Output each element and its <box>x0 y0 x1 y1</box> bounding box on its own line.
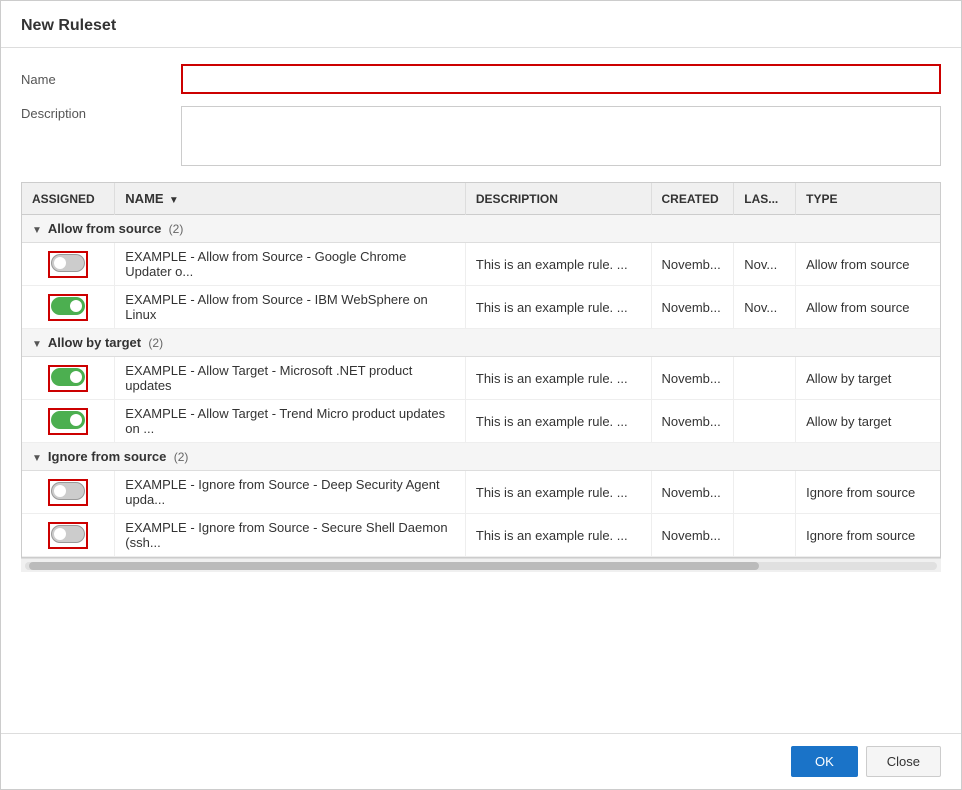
toggle-wrapper <box>48 251 88 278</box>
table-header-row: ASSIGNED NAME ▼ DESCRIPTION CREATED LAS.… <box>22 183 940 215</box>
table-row: EXAMPLE - Allow Target - Microsoft .NET … <box>22 357 940 400</box>
created-cell: Novemb... <box>651 400 734 443</box>
horizontal-scrollbar[interactable] <box>21 558 941 572</box>
dialog-footer: OK Close <box>1 733 961 789</box>
toggle-wrapper <box>48 479 88 506</box>
chevron-icon: ▼ <box>32 339 42 350</box>
assigned-cell <box>22 514 115 557</box>
name-cell: EXAMPLE - Allow from Source - Google Chr… <box>115 243 466 286</box>
ok-button[interactable]: OK <box>791 746 858 777</box>
scrollbar-thumb <box>29 562 759 570</box>
description-label: Description <box>21 106 181 121</box>
name-cell: EXAMPLE - Allow Target - Microsoft .NET … <box>115 357 466 400</box>
chevron-icon: ▼ <box>32 225 42 236</box>
toggle-wrapper <box>48 294 88 321</box>
toggle-switch[interactable] <box>51 254 85 272</box>
name-cell: EXAMPLE - Ignore from Source - Secure Sh… <box>115 514 466 557</box>
table-row: EXAMPLE - Allow from Source - Google Chr… <box>22 243 940 286</box>
group-row-allow-from-source[interactable]: ▼Allow from source (2) <box>22 215 940 243</box>
description-field-row: Description <box>21 106 941 166</box>
description-cell: This is an example rule. ... <box>465 357 651 400</box>
toggle-switch[interactable] <box>51 368 85 386</box>
name-label: Name <box>21 72 181 87</box>
toggle-wrapper <box>48 365 88 392</box>
type-cell: Ignore from source <box>796 514 940 557</box>
description-cell: This is an example rule. ... <box>465 400 651 443</box>
assigned-cell <box>22 471 115 514</box>
created-cell: Novemb... <box>651 286 734 329</box>
created-cell: Novemb... <box>651 514 734 557</box>
toggle-wrapper <box>48 522 88 549</box>
scrollbar-track <box>25 562 937 570</box>
toggle-switch[interactable] <box>51 297 85 315</box>
table-row: EXAMPLE - Ignore from Source - Deep Secu… <box>22 471 940 514</box>
name-cell: EXAMPLE - Allow from Source - IBM WebSph… <box>115 286 466 329</box>
description-cell: This is an example rule. ... <box>465 471 651 514</box>
created-cell: Novemb... <box>651 243 734 286</box>
name-cell: EXAMPLE - Ignore from Source - Deep Secu… <box>115 471 466 514</box>
type-cell: Ignore from source <box>796 471 940 514</box>
rules-table: ASSIGNED NAME ▼ DESCRIPTION CREATED LAS.… <box>22 183 940 557</box>
rules-table-container: ASSIGNED NAME ▼ DESCRIPTION CREATED LAS.… <box>21 182 941 558</box>
close-button[interactable]: Close <box>866 746 941 777</box>
group-row-allow-by-target[interactable]: ▼Allow by target (2) <box>22 329 940 357</box>
name-field-row: Name <box>21 64 941 94</box>
type-cell: Allow by target <box>796 357 940 400</box>
table-row: EXAMPLE - Ignore from Source - Secure Sh… <box>22 514 940 557</box>
name-cell: EXAMPLE - Allow Target - Trend Micro pro… <box>115 400 466 443</box>
created-cell: Novemb... <box>651 471 734 514</box>
name-input[interactable] <box>181 64 941 94</box>
toggle-wrapper <box>48 408 88 435</box>
description-cell: This is an example rule. ... <box>465 514 651 557</box>
last-cell <box>734 471 796 514</box>
new-ruleset-dialog: New Ruleset Name Description ASSIGNED NA… <box>0 0 962 790</box>
group-label-ignore-from-source: ▼Ignore from source (2) <box>22 443 940 471</box>
last-cell <box>734 400 796 443</box>
assigned-cell <box>22 286 115 329</box>
assigned-cell <box>22 400 115 443</box>
col-header-created: CREATED <box>651 183 734 215</box>
col-header-name[interactable]: NAME ▼ <box>115 183 466 215</box>
last-cell: Nov... <box>734 243 796 286</box>
description-cell: This is an example rule. ... <box>465 243 651 286</box>
col-header-description: DESCRIPTION <box>465 183 651 215</box>
group-row-ignore-from-source[interactable]: ▼Ignore from source (2) <box>22 443 940 471</box>
assigned-cell <box>22 357 115 400</box>
last-cell: Nov... <box>734 286 796 329</box>
table-row: EXAMPLE - Allow Target - Trend Micro pro… <box>22 400 940 443</box>
toggle-switch[interactable] <box>51 482 85 500</box>
last-cell <box>734 357 796 400</box>
type-cell: Allow from source <box>796 286 940 329</box>
dialog-title: New Ruleset <box>1 1 961 48</box>
chevron-icon: ▼ <box>32 453 42 464</box>
description-input[interactable] <box>181 106 941 166</box>
type-cell: Allow by target <box>796 400 940 443</box>
created-cell: Novemb... <box>651 357 734 400</box>
col-header-last: LAS... <box>734 183 796 215</box>
col-header-type: TYPE <box>796 183 940 215</box>
type-cell: Allow from source <box>796 243 940 286</box>
toggle-switch[interactable] <box>51 411 85 429</box>
table-body: ▼Allow from source (2)EXAMPLE - Allow fr… <box>22 215 940 557</box>
dialog-body: Name Description ASSIGNED NAME ▼ DESCRIP… <box>1 48 961 733</box>
sort-arrow-icon: ▼ <box>169 195 179 206</box>
group-label-allow-from-source: ▼Allow from source (2) <box>22 215 940 243</box>
last-cell <box>734 514 796 557</box>
table-row: EXAMPLE - Allow from Source - IBM WebSph… <box>22 286 940 329</box>
toggle-switch[interactable] <box>51 525 85 543</box>
assigned-cell <box>22 243 115 286</box>
group-label-allow-by-target: ▼Allow by target (2) <box>22 329 940 357</box>
col-header-assigned: ASSIGNED <box>22 183 115 215</box>
description-cell: This is an example rule. ... <box>465 286 651 329</box>
